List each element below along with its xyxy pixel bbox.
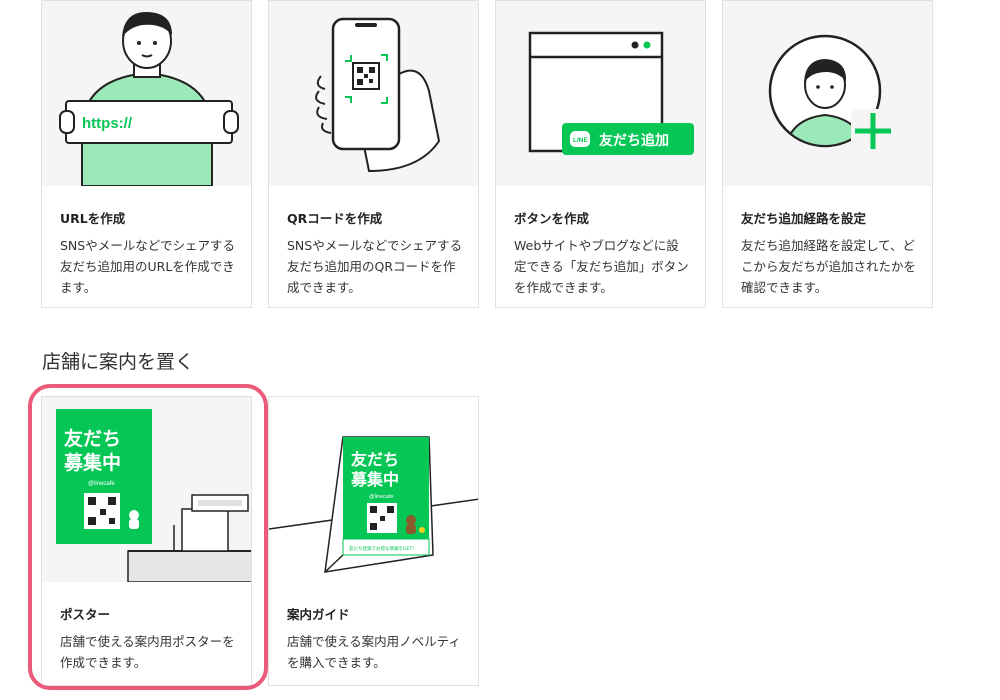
card-description: SNSやメールなどでシェアする友だち追加用のURLを作成できます。: [60, 238, 235, 295]
card-description: 友だち追加経路を設定して、どこから友だちが追加されたかを確認できます。: [741, 238, 917, 295]
poster-highlight-frame: [28, 384, 268, 690]
card-friend-path[interactable]: 友だち追加経路を設定 友だち追加経路を設定して、どこから友だちが追加されたかを確…: [722, 0, 933, 308]
card-title: ボタンを作成: [514, 211, 590, 226]
button-illustration: LINE 友だち追加: [496, 1, 705, 186]
card-guide[interactable]: 友だち 募集中 @linecafe 友だち登録でお得な情報をGET! 案内ガイド…: [268, 396, 479, 686]
tent-handle: @linecafe: [369, 494, 394, 500]
card-create-url[interactable]: https:// URLを作成 SNSやメールなどでシェアする友だち追加用のUR…: [41, 0, 252, 308]
add-friend-text: 友だち追加: [599, 132, 669, 149]
card-description: SNSやメールなどでシェアする友だち追加用のQRコードを作成できます。: [287, 238, 462, 295]
hand-holding-phone-qr-icon: [315, 17, 441, 173]
card-description: Webサイトやブログなどに設定できる「友だち追加」ボタンを作成できます。: [514, 238, 689, 295]
tent-strip-text: 友だち登録でお得な情報をGET!: [349, 545, 414, 552]
card-title: QRコードを作成: [287, 211, 383, 226]
browser-window-icon: LINE 友だち追加: [528, 31, 694, 155]
friend-path-illustration: [723, 1, 932, 186]
person-plus-icon: [768, 34, 895, 153]
url-illustration: https://: [42, 1, 251, 186]
tent-text-friends: 友だち: [351, 450, 399, 469]
tent-text-recruiting: 募集中: [350, 470, 399, 489]
line-badge-text: LINE: [573, 137, 588, 144]
card-create-qr[interactable]: QRコードを作成 SNSやメールなどでシェアする友だち追加用のQRコードを作成で…: [268, 0, 479, 308]
person-holding-url-sign-icon: https://: [59, 11, 239, 186]
table-tent-icon: 友だち 募集中 @linecafe 友だち登録でお得な情報をGET!: [269, 436, 478, 573]
guide-illustration: 友だち 募集中 @linecafe 友だち登録でお得な情報をGET!: [269, 397, 478, 582]
url-text: https://: [82, 115, 133, 132]
card-title: URLを作成: [60, 211, 126, 226]
card-description: 店舗で使える案内用ノベルティを購入できます。: [287, 634, 461, 670]
qr-illustration: [269, 1, 478, 186]
card-title: 案内ガイド: [287, 607, 350, 622]
card-create-button[interactable]: LINE 友だち追加 ボタンを作成 Webサイトやブログなどに設定できる「友だち…: [495, 0, 706, 308]
section-title: 店舗に案内を置く: [42, 351, 195, 373]
card-title: 友だち追加経路を設定: [741, 211, 867, 226]
